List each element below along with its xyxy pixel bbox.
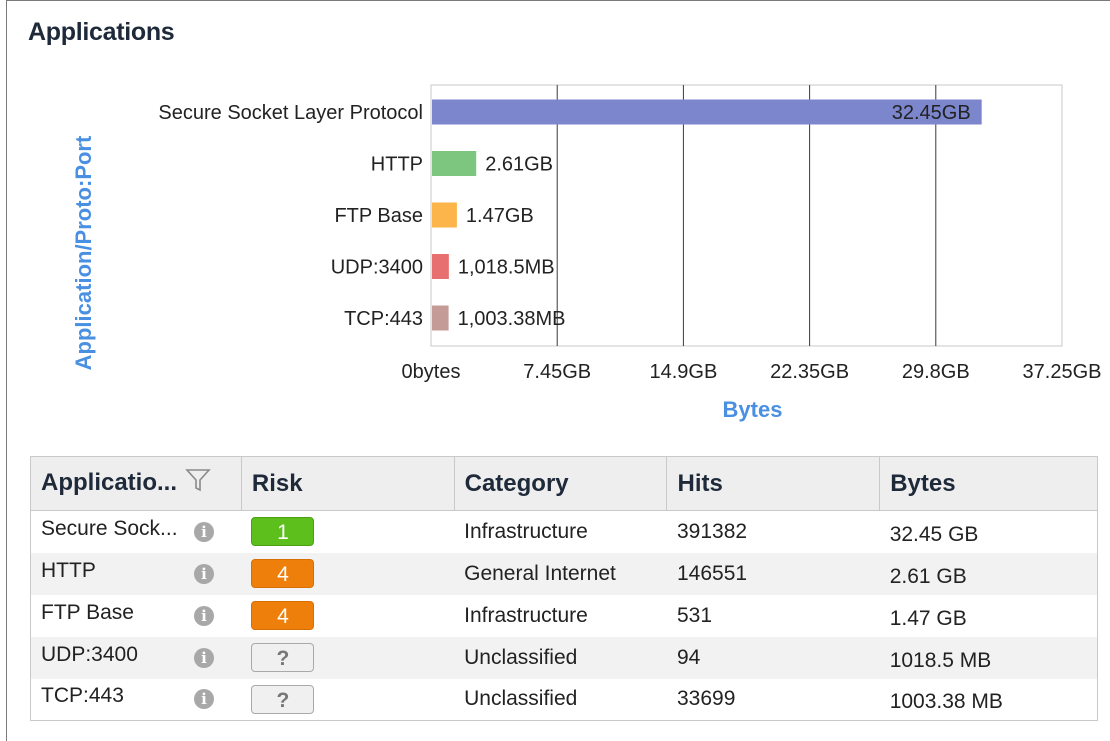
risk-badge: ? bbox=[251, 643, 315, 672]
bytes-cell: 32.45 GB bbox=[889, 522, 979, 546]
info-icon[interactable]: i bbox=[194, 521, 214, 542]
hits-cell: 146551 bbox=[666, 552, 880, 595]
risk-badge: 4 bbox=[251, 601, 315, 630]
y-axis-title: Application/Proto:Port bbox=[71, 135, 96, 370]
bytes-cell: 1018.5 MB bbox=[879, 636, 1098, 679]
table-row[interactable]: UDP:3400 i ? Unclassified 94 1018.5 MB bbox=[30, 636, 1098, 679]
applications-panel: Applications 0bytes 7.45GB 14.9GB 22.35GB 29… bbox=[6, 0, 1110, 741]
table-row[interactable]: HTTP i 4 General Internet 146551 2.61 GB bbox=[30, 552, 1098, 595]
column-header-application[interactable]: Applicatio... bbox=[30, 456, 242, 511]
info-icon[interactable]: i bbox=[194, 563, 214, 584]
hits-cell: 94 bbox=[666, 636, 880, 679]
bar bbox=[432, 254, 449, 279]
hits-cell: 391382 bbox=[676, 519, 748, 543]
app-cell: Secure Sock... i bbox=[31, 511, 242, 553]
app-cell: TCP:443 i bbox=[31, 679, 242, 721]
x-tick-label: 7.45GB bbox=[523, 361, 591, 383]
applications-bar-chart: 0bytes 7.45GB 14.9GB 22.35GB 29.8GB 37.25GB Se… bbox=[71, 84, 1102, 422]
data-label: 32.45GB bbox=[892, 102, 971, 124]
risk-cell: ? bbox=[241, 679, 454, 721]
column-header-application-label: Applicatio... bbox=[41, 468, 178, 496]
y-category-label: TCP:443 bbox=[344, 308, 423, 330]
table-row[interactable]: Secure Sock... i 1 Infrastructure 391382 … bbox=[31, 511, 1098, 553]
bar bbox=[432, 305, 449, 331]
app-name: FTP Base bbox=[41, 600, 134, 624]
bytes-cell: 1.47 GB bbox=[889, 606, 967, 630]
y-category-label: UDP:3400 bbox=[331, 257, 423, 279]
info-icon[interactable]: i bbox=[194, 689, 214, 710]
risk-badge: ? bbox=[251, 684, 315, 714]
risk-cell: ? bbox=[241, 636, 455, 679]
app-cell: HTTP i bbox=[30, 552, 242, 595]
x-axis-title: Bytes bbox=[723, 397, 783, 422]
x-tick-label: 37.25GB bbox=[1023, 361, 1102, 383]
column-header-bytes[interactable]: Bytes bbox=[879, 456, 1098, 511]
table-row[interactable]: TCP:443 i ? Unclassified 33699 1003.38 MB bbox=[31, 679, 1098, 721]
info-icon[interactable]: i bbox=[194, 605, 214, 626]
bar bbox=[432, 202, 457, 228]
x-tick-label: 22.35GB bbox=[770, 361, 849, 383]
category-cell: General Internet bbox=[454, 552, 667, 595]
bytes-cell: 1003.38 MB bbox=[889, 690, 1003, 714]
y-category-label: FTP Base bbox=[334, 205, 423, 227]
category-cell: Infrastructure bbox=[464, 603, 588, 627]
column-header-risk[interactable]: Risk bbox=[241, 456, 455, 511]
app-cell: FTP Base i bbox=[31, 595, 242, 637]
risk-cell: 4 bbox=[241, 552, 455, 595]
x-tick-label: 29.8GB bbox=[902, 361, 970, 383]
column-header-hits[interactable]: Hits bbox=[666, 456, 881, 511]
filter-icon[interactable] bbox=[185, 467, 211, 500]
hits-cell: 531 bbox=[676, 603, 713, 627]
info-icon[interactable]: i bbox=[194, 647, 214, 668]
risk-badge: 1 bbox=[251, 517, 315, 547]
app-name: HTTP bbox=[41, 558, 96, 582]
category-cell: Unclassified bbox=[454, 636, 667, 679]
data-label: 1,018.5MB bbox=[458, 257, 555, 279]
bar bbox=[432, 151, 477, 176]
table-row[interactable]: FTP Base i 4 Infrastructure 531 1.47 GB bbox=[31, 595, 1098, 637]
category-cell: Infrastructure bbox=[464, 519, 588, 543]
app-name: Secure Sock... bbox=[41, 516, 178, 540]
x-tick-label: 14.9GB bbox=[649, 361, 717, 383]
bytes-cell: 2.61 GB bbox=[879, 552, 1098, 595]
table-header-row: Applicatio... Risk Category Hits Bytes bbox=[30, 456, 1098, 511]
data-label: 2.61GB bbox=[485, 154, 553, 176]
x-tick-label: 0bytes bbox=[402, 361, 461, 383]
app-name: UDP:3400 bbox=[41, 642, 138, 666]
hits-cell: 33699 bbox=[676, 687, 736, 711]
y-category-label: Secure Socket Layer Protocol bbox=[158, 102, 423, 124]
app-cell: UDP:3400 i bbox=[30, 636, 242, 679]
data-label: 1.47GB bbox=[466, 205, 534, 227]
app-name: TCP:443 bbox=[41, 684, 124, 708]
category-cell: Unclassified bbox=[464, 687, 578, 711]
risk-badge: 4 bbox=[251, 559, 315, 588]
y-category-label: HTTP bbox=[371, 154, 423, 176]
column-header-category[interactable]: Category bbox=[454, 456, 668, 511]
data-label: 1,003.38MB bbox=[458, 308, 566, 330]
risk-cell: 1 bbox=[241, 511, 454, 553]
risk-cell: 4 bbox=[241, 595, 454, 637]
applications-table: Applicatio... Risk Category Hits Bytes S… bbox=[30, 456, 1098, 721]
